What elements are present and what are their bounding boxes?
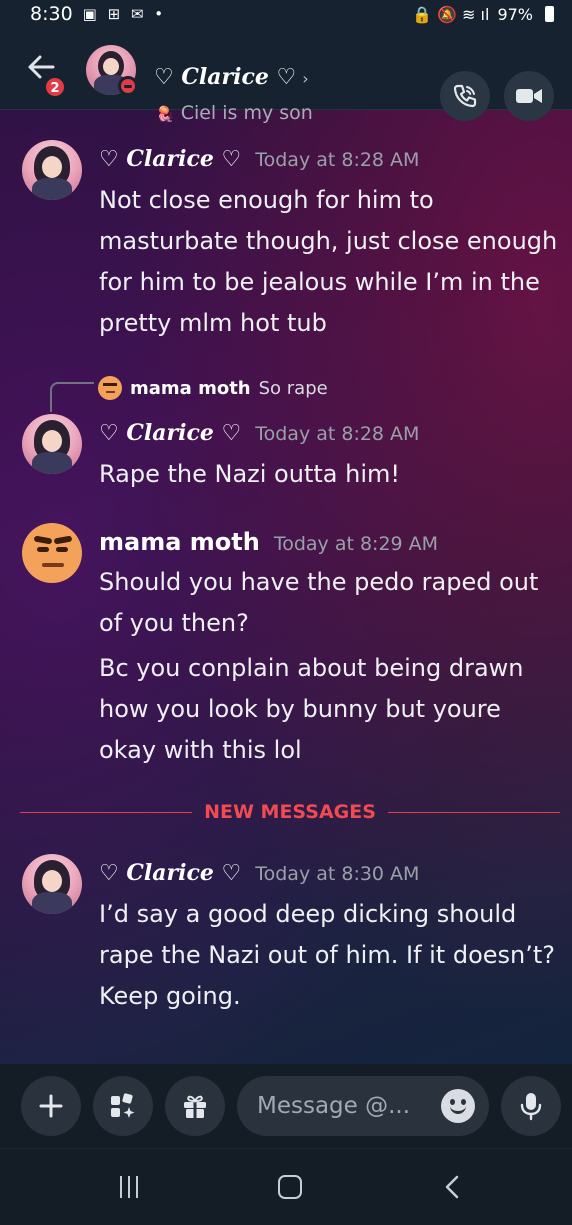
voice-call-button[interactable] — [440, 71, 490, 121]
voice-message-button[interactable] — [501, 1076, 561, 1136]
reply-text: So rape — [258, 377, 328, 399]
status-bar: 8:30 ▣ ⊞ ✉ • 🔒 🔕 ≋ ıl 97% — [0, 0, 572, 28]
chevron-left-icon — [445, 1175, 459, 1199]
message-timestamp: Today at 8:28 AM — [255, 423, 420, 445]
jellyfish-icon: 🪼 — [156, 105, 175, 123]
author-name[interactable]: mama moth — [99, 528, 260, 556]
avatar[interactable] — [22, 414, 82, 474]
video-call-button[interactable] — [504, 71, 554, 121]
signal-icons: 🔒 🔕 ≋ ıl — [412, 4, 490, 24]
battery-icon — [545, 6, 554, 22]
custom-status: 🪼 Ciel is my son — [156, 102, 313, 124]
message-header: mama moth Today at 8:29 AM — [99, 528, 438, 556]
avatar[interactable] — [22, 523, 82, 583]
phone-icon — [453, 84, 477, 108]
home-button[interactable] — [276, 1169, 304, 1205]
system-navigation-bar — [0, 1148, 572, 1225]
system-back-button[interactable] — [440, 1169, 464, 1205]
battery-percent: 97% — [497, 4, 533, 24]
microphone-icon — [520, 1093, 542, 1121]
recent-apps-button[interactable] — [114, 1169, 144, 1205]
new-messages-label: NEW MESSAGES — [204, 801, 376, 823]
status-time: 8:30 — [30, 3, 73, 25]
emoji-button[interactable] — [441, 1089, 475, 1123]
avatar[interactable] — [22, 854, 82, 914]
chevron-right-icon: › — [302, 69, 309, 88]
message-text: Bc you conplain about being drawn how yo… — [99, 654, 524, 764]
reply-preview[interactable]: mama moth So rape — [98, 376, 328, 400]
status-right: 🔒 🔕 ≋ ıl 97% — [412, 5, 554, 24]
message-text: Not close enough for him to masturbate t… — [99, 186, 558, 337]
apps-button[interactable] — [93, 1076, 153, 1136]
reply-author: mama moth — [130, 377, 251, 399]
avatar[interactable] — [22, 140, 82, 200]
recipient-name: ♡ 𝑪𝒍𝒂𝒓𝒊𝒄𝒆 ♡ — [154, 64, 297, 90]
unread-badge: 2 — [44, 76, 66, 98]
message-text: I’d say a good deep dicking should rape … — [99, 900, 556, 1010]
gift-button[interactable] — [165, 1076, 225, 1136]
gift-icon — [184, 1095, 206, 1118]
message-header: ♡ 𝑪𝒍𝒂𝒓𝒊𝒄𝒆 ♡ Today at 8:28 AM — [99, 146, 419, 172]
message-timestamp: Today at 8:28 AM — [255, 149, 420, 171]
status-text: Ciel is my son — [180, 102, 313, 124]
plus-icon — [39, 1094, 63, 1118]
message-timestamp: Today at 8:30 AM — [255, 863, 420, 885]
emoji-icon — [450, 1106, 466, 1114]
reply-avatar — [98, 376, 122, 400]
add-attachment-button[interactable] — [21, 1076, 81, 1136]
dnd-status-icon — [118, 76, 138, 96]
message-timestamp: Today at 8:29 AM — [273, 533, 439, 555]
author-name[interactable]: ♡ 𝑪𝒍𝒂𝒓𝒊𝒄𝒆 ♡ — [99, 146, 241, 172]
message-header: ♡ 𝑪𝒍𝒂𝒓𝒊𝒄𝒆 ♡ Today at 8:30 AM — [99, 860, 419, 886]
home-icon — [278, 1175, 302, 1199]
message-text: Should you have the pedo raped out of yo… — [99, 568, 539, 637]
message-text: Rape the Nazi outta him! — [99, 460, 400, 488]
chat-header: 2 ♡ 𝑪𝒍𝒂𝒓𝒊𝒄𝒆 ♡ › 🪼 Ciel is my son — [0, 28, 572, 124]
author-name[interactable]: ♡ 𝑪𝒍𝒂𝒓𝒊𝒄𝒆 ♡ — [99, 420, 241, 446]
message-composer — [0, 1064, 572, 1148]
notification-icons: ▣ ⊞ ✉ • — [82, 5, 167, 23]
video-camera-icon — [516, 89, 542, 103]
reply-connector — [50, 382, 94, 412]
channel-title[interactable]: ♡ 𝑪𝒍𝒂𝒓𝒊𝒄𝒆 ♡ › — [154, 64, 309, 90]
author-name[interactable]: ♡ 𝑪𝒍𝒂𝒓𝒊𝒄𝒆 ♡ — [99, 860, 241, 886]
new-messages-divider: NEW MESSAGES — [20, 800, 561, 824]
message-header: ♡ 𝑪𝒍𝒂𝒓𝒊𝒄𝒆 ♡ Today at 8:28 AM — [99, 420, 419, 446]
apps-sparkle-icon — [111, 1093, 135, 1118]
